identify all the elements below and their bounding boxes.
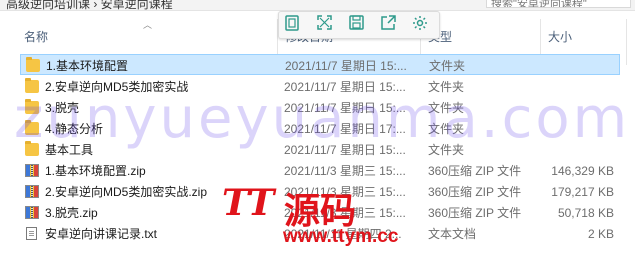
folder-icon [25,141,39,156]
column-size[interactable]: 大小 [548,27,572,47]
file-type: 360压缩 ZIP 文件 [428,164,522,178]
file-type: 文件夹 [428,122,465,136]
search-input[interactable]: 搜索"安卓逆向课程" [486,0,631,8]
file-date: 2021/11/3 星期三 15:... [284,185,406,199]
file-size [540,121,614,137]
folder-icon [25,99,39,114]
folder-icon [25,78,39,93]
file-date: 2021/11/7 星期日 15:... [285,59,407,73]
file-date: 2021/11/7 星期日 15:... [284,143,406,157]
file-type: 360压缩 ZIP 文件 [428,185,522,199]
file-row[interactable]: 3.脱壳 2021/11/7 星期日 15:... 文件夹 [20,97,620,118]
file-date: 2021/11/3 星期三 15:... [284,164,406,178]
save-icon[interactable] [346,15,366,35]
floating-toolbar [278,11,440,39]
file-size [540,79,614,95]
file-name: 安卓逆向讲课记录.txt [45,227,158,241]
file-date: 2021/11/11 星期四 2... [284,227,402,241]
file-name: 3.脱壳 [45,101,80,115]
file-name: 2.安卓逆向MD5类加密实战.zip [45,185,208,199]
file-size: 146,329 KB [551,164,614,178]
folder-icon [25,120,39,135]
file-row[interactable]: 2.安卓逆向MD5类加密实战.zip 2021/11/3 星期三 15:... … [20,181,620,202]
file-name: 4.静态分析 [45,122,104,136]
file-row[interactable]: 1.基本环境配置 2021/11/7 星期日 15:... 文件夹 [20,54,620,75]
file-type: 文本文档 [428,227,477,241]
file-name: 1.基本环境配置.zip [45,164,146,178]
file-date: 2021/11/7 星期日 15:... [284,80,406,94]
file-row[interactable]: 4.静态分析 2021/11/7 星期日 17:... 文件夹 [20,118,620,139]
file-name: 基本工具 [45,143,94,157]
folder-icon [26,57,40,72]
file-date: 2021/11/7 星期日 17:... [284,122,406,136]
file-row[interactable]: 1.基本环境配置.zip 2021/11/3 星期三 15:... 360压缩 … [20,160,620,181]
file-type: 文件夹 [428,101,465,115]
file-size [540,100,614,116]
text-document-icon [26,227,37,240]
file-size [541,58,615,74]
file-date: 2021/11/3 星期三 15:... [284,206,406,220]
zip-archive-icon [25,185,39,198]
zip-archive-icon [25,164,39,177]
file-row[interactable]: 2.安卓逆向MD5类加密实战 2021/11/7 星期日 15:... 文件夹 [20,76,620,97]
file-date: 2021/11/7 星期日 15:... [284,101,406,115]
file-size [540,142,614,158]
file-size: 50,718 KB [557,206,614,220]
column-divider[interactable] [626,19,627,65]
copy-icon[interactable] [282,15,302,35]
file-size: 179,217 KB [551,185,614,199]
file-name: 3.脱壳.zip [45,206,98,220]
file-name: 2.安卓逆向MD5类加密实战 [45,80,189,94]
file-type: 360压缩 ZIP 文件 [428,206,522,220]
breadcrumb[interactable]: 高级逆向培训课 › 安卓逆向课程 [6,0,173,10]
share-icon[interactable] [378,15,398,35]
zip-archive-icon [25,206,39,219]
file-size: 2 KB [587,227,614,241]
file-type: 文件夹 [428,80,465,94]
file-row[interactable]: 安卓逆向讲课记录.txt 2021/11/11 星期四 2... 文本文档 2 … [20,223,620,244]
file-type: 文件夹 [429,59,466,73]
file-row[interactable]: 基本工具 2021/11/7 星期日 15:... 文件夹 [20,139,620,160]
file-name: 1.基本环境配置 [46,59,129,73]
file-row[interactable]: 3.脱壳.zip 2021/11/3 星期三 15:... 360压缩 ZIP … [20,202,620,223]
sort-arrow-icon: ︿ [143,20,153,30]
column-name[interactable]: 名称 [24,27,48,47]
address-bar: 高级逆向培训课 › 安卓逆向课程 搜索"安卓逆向课程" [0,0,635,11]
expand-icon[interactable] [314,15,334,35]
file-type: 文件夹 [428,143,465,157]
settings-icon[interactable] [410,15,430,35]
